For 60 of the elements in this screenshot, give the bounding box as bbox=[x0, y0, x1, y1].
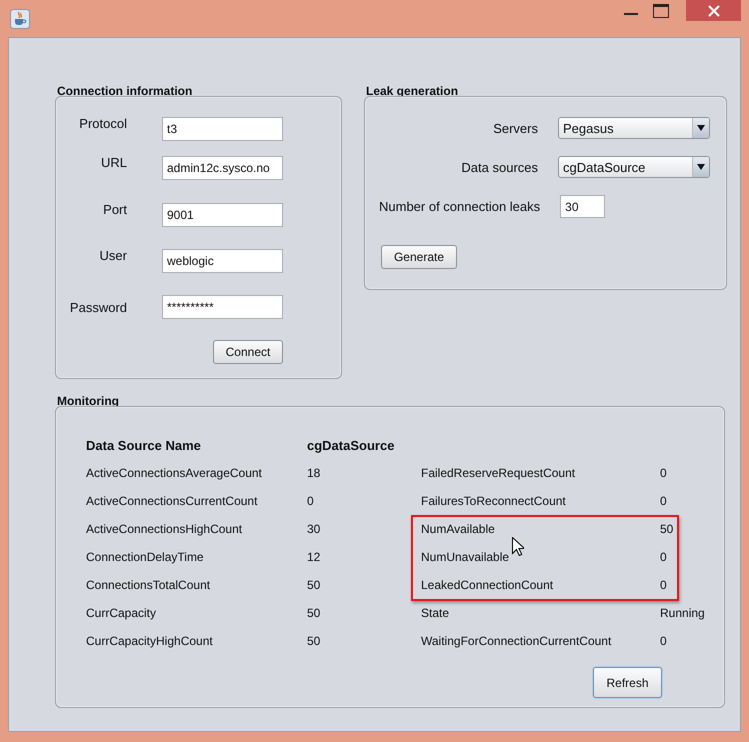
field-label: Data sources bbox=[460, 160, 538, 174]
metric-value: 12 bbox=[307, 550, 320, 564]
metric-name: FailuresToReconnectCount bbox=[421, 494, 566, 508]
field-label: Servers bbox=[492, 120, 538, 136]
close-icon bbox=[708, 4, 720, 16]
field-label: Port bbox=[102, 202, 127, 216]
input-field[interactable]: weblogic bbox=[162, 249, 283, 273]
section-title: Connection information bbox=[57, 84, 194, 98]
metric-value: Running bbox=[660, 606, 705, 620]
field-label: Number of connection leaks bbox=[379, 199, 540, 214]
metric-name: CurrCapacity bbox=[86, 606, 156, 620]
metric-value: 50 bbox=[307, 634, 320, 648]
metric-name: CurrCapacityHighCount bbox=[86, 634, 213, 648]
metric-value: 50 bbox=[307, 578, 320, 592]
metric-name: NumUnavailable bbox=[421, 550, 510, 564]
metric-value: 0 bbox=[660, 578, 667, 592]
metric-value: 0 bbox=[660, 550, 667, 564]
mouse-pointer-icon bbox=[512, 537, 524, 556]
metric-name: ActiveConnectionsCurrentCount bbox=[86, 494, 258, 508]
refresh-button[interactable]: Refresh bbox=[593, 667, 662, 698]
metric-value: 0 bbox=[307, 494, 314, 508]
field-label: Password bbox=[68, 300, 127, 314]
metric-value: 0 bbox=[660, 494, 667, 508]
metric-value: 30 bbox=[307, 522, 320, 536]
input-field[interactable]: 30 bbox=[560, 195, 606, 218]
generate-button[interactable]: Generate bbox=[381, 245, 457, 269]
field-label: URL bbox=[100, 154, 127, 170]
metric-value: 0 bbox=[660, 634, 667, 648]
column-header: Data Source Name bbox=[86, 436, 202, 454]
metric-value: 0 bbox=[660, 466, 667, 480]
metric-name: FailedReserveRequestCount bbox=[421, 466, 576, 480]
metric-name: State bbox=[421, 606, 450, 620]
metric-name: ActiveConnectionsAverageCount bbox=[86, 466, 262, 480]
metric-name: LeakedConnectionCount bbox=[421, 578, 554, 592]
minimize-icon bbox=[624, 12, 638, 16]
input-field[interactable]: t3 bbox=[162, 117, 283, 141]
field-label: User bbox=[98, 248, 127, 262]
metric-value: 50 bbox=[307, 606, 320, 620]
connect-button[interactable]: Connect bbox=[213, 340, 283, 364]
input-field[interactable]: 9001 bbox=[162, 203, 283, 227]
metric-name: ConnectionDelayTime bbox=[86, 550, 204, 564]
metric-value: 18 bbox=[307, 466, 320, 480]
metric-name: ActiveConnectionsHighCount bbox=[86, 522, 242, 536]
section-title: Monitoring bbox=[57, 394, 120, 408]
close-button[interactable] bbox=[686, 0, 741, 21]
column-header: cgDataSource bbox=[307, 436, 396, 455]
metric-name: NumAvailable bbox=[421, 522, 495, 536]
dropdown[interactable]: cgDataSource bbox=[558, 156, 710, 178]
caret-icon bbox=[697, 163, 705, 171]
maximize-icon bbox=[653, 4, 669, 18]
caret-icon bbox=[697, 124, 705, 132]
input-field[interactable]: admin12c.sysco.no bbox=[162, 156, 283, 180]
section-title: Leak generation bbox=[366, 84, 460, 98]
dropdown[interactable]: Pegasus bbox=[558, 117, 710, 139]
metric-name: ConnectionsTotalCount bbox=[86, 578, 210, 592]
metric-name: WaitingForConnectionCurrentCount bbox=[421, 634, 612, 648]
input-field[interactable]: ********** bbox=[162, 295, 283, 319]
field-label: Protocol bbox=[78, 116, 127, 130]
metric-value: 50 bbox=[660, 522, 674, 536]
cup-icon bbox=[10, 9, 30, 29]
